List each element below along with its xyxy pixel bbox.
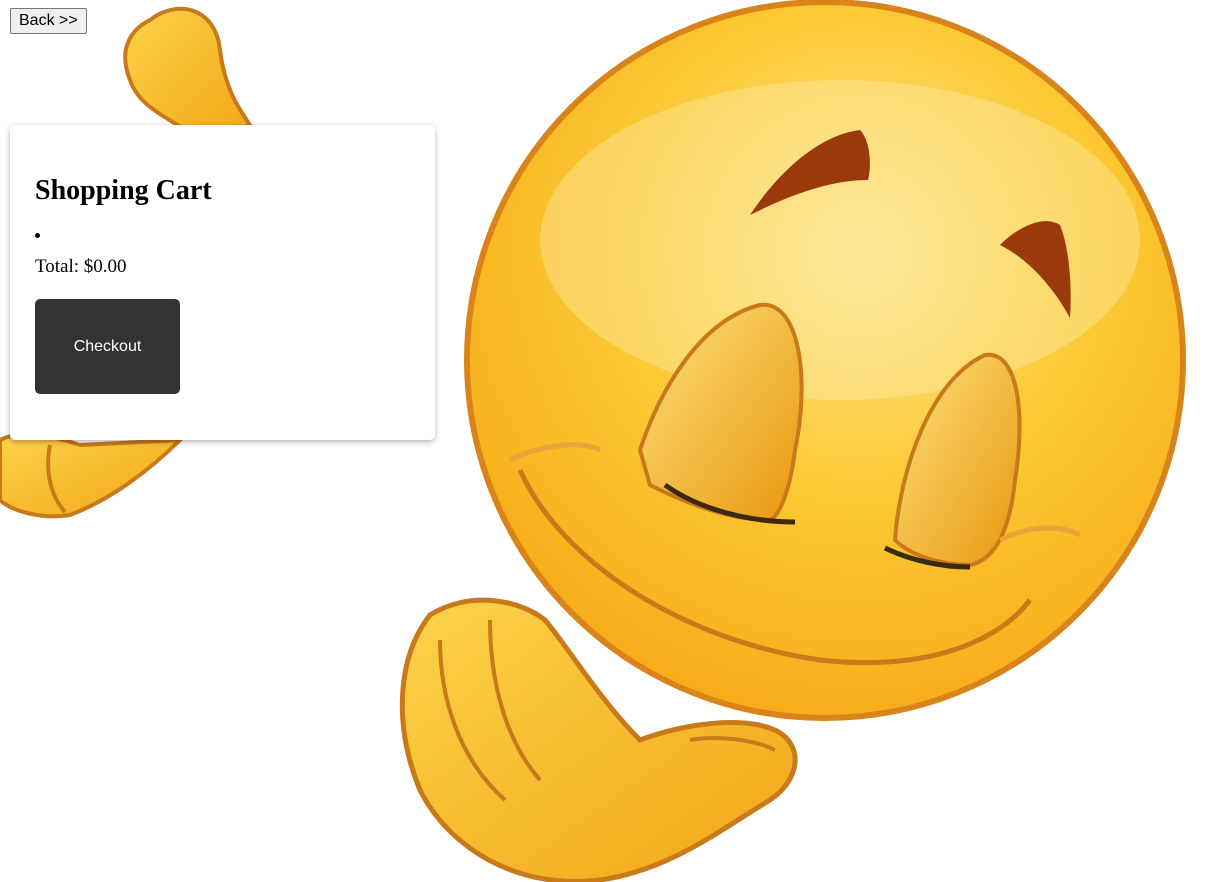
smiling-face-icon: [464, 0, 1186, 721]
checkout-button[interactable]: Checkout: [35, 299, 180, 394]
list-item: [35, 223, 410, 245]
page: Back >> Shopping Cart Total: $0.00 Check…: [0, 0, 1231, 882]
cart-item-list: [35, 223, 410, 245]
cart-title: Shopping Cart: [35, 175, 212, 206]
back-button[interactable]: Back >>: [10, 8, 87, 34]
cart-total: Total: $0.00: [35, 256, 127, 277]
shopping-cart-panel: Shopping Cart Total: $0.00 Checkout: [10, 125, 435, 440]
